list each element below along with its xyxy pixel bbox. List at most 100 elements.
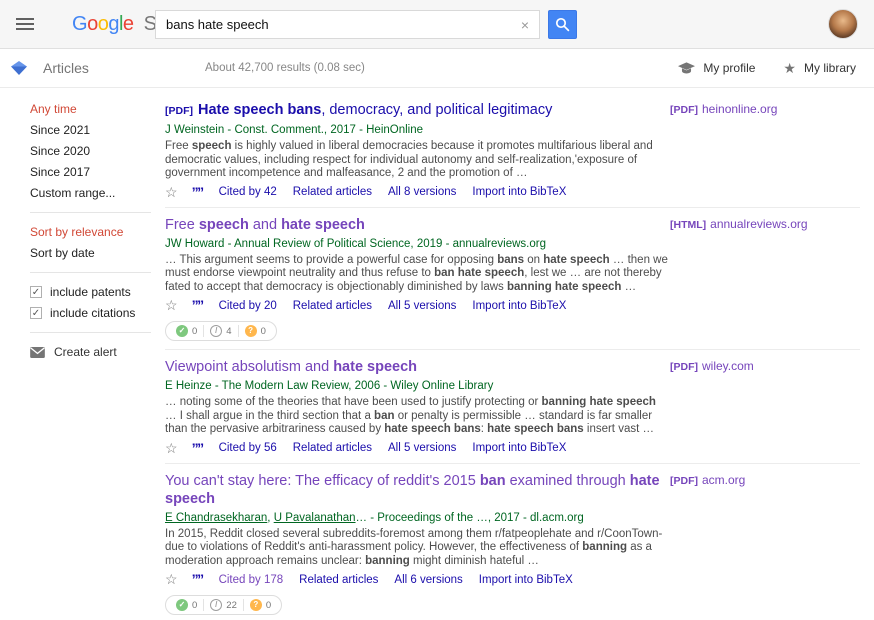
save-star-icon[interactable]: ☆: [165, 299, 178, 312]
top-header: Google Scholar ×: [0, 0, 874, 49]
save-star-icon[interactable]: ☆: [165, 186, 178, 199]
title-segment: speech: [199, 217, 249, 233]
citation-badge[interactable]: ✓0/4?0: [165, 321, 277, 341]
result-title-link[interactable]: Hate speech bans, democracy, and politic…: [198, 102, 552, 118]
author-link[interactable]: U Pavalanathan: [274, 512, 356, 524]
citation-badge[interactable]: ✓0/22?0: [165, 595, 282, 615]
toggle-include-patents[interactable]: ✓include patents: [30, 285, 165, 299]
sort-sort-by-date[interactable]: Sort by date: [30, 246, 165, 260]
result-byline: E Heinze - The Modern Law Review, 2006 -…: [165, 379, 670, 393]
logo-letter: e: [123, 13, 134, 35]
related-articles-link[interactable]: Related articles: [293, 442, 372, 454]
result-actions: ☆ ”” Cited by 56 Related articles All 5 vers…: [165, 442, 670, 455]
cited-by-link[interactable]: Cited by 20: [219, 300, 277, 312]
my-library-link[interactable]: ★ My library: [783, 61, 856, 75]
result-title: You can't stay here: The efficacy of red…: [165, 472, 670, 508]
import-bibtex-link[interactable]: Import into BibTeX: [479, 574, 573, 586]
cite-quote-icon[interactable]: ””: [192, 443, 203, 454]
title-segment: hate speech: [333, 359, 417, 375]
side-document-link[interactable]: [PDF] acm.org: [670, 473, 745, 487]
snippet-segment: bans: [497, 254, 524, 266]
title-segment: , democracy, and political legitimacy: [321, 102, 552, 118]
snippet-segment: … I shall argue in the third section tha…: [165, 410, 374, 422]
snippet-segment: banning hate speech: [542, 396, 656, 408]
logo-letter: o: [98, 13, 109, 35]
search-result: Free speech and hate speechJW Howard - A…: [165, 208, 860, 351]
snippet-segment: on: [524, 254, 543, 266]
byline-text: E Heinze - The Modern Law Review, 2006 -…: [165, 380, 493, 392]
filter-since-2017[interactable]: Since 2017: [30, 165, 165, 179]
clear-search-icon[interactable]: ×: [513, 17, 529, 33]
result-title-link[interactable]: Viewpoint absolutism and hate speech: [165, 359, 417, 375]
badge-count: 0: [192, 326, 197, 337]
author-link[interactable]: E Chandrasekharan: [165, 512, 267, 524]
search-button[interactable]: [548, 10, 577, 39]
title-segment: Free: [165, 217, 199, 233]
result-title: Viewpoint absolutism and hate speech: [165, 358, 670, 376]
sidebar-divider: [30, 212, 151, 213]
logo-letter: g: [108, 13, 119, 35]
sort-option-group: Sort by relevance Sort by date: [30, 225, 165, 260]
create-alert-button[interactable]: Create alert: [30, 345, 165, 359]
my-profile-link[interactable]: My profile: [678, 61, 755, 75]
filter-since-2020[interactable]: Since 2020: [30, 144, 165, 158]
versions-link[interactable]: All 8 versions: [388, 186, 456, 198]
import-bibtex-link[interactable]: Import into BibTeX: [472, 186, 566, 198]
file-format-tag: [PDF]: [670, 475, 698, 487]
filter-since-2021[interactable]: Since 2021: [30, 123, 165, 137]
my-profile-label: My profile: [703, 61, 755, 75]
contrasting-icon: ?: [250, 599, 262, 611]
search-box: ×: [155, 10, 540, 39]
result-content: [PDF]Hate speech bans, democracy, and po…: [165, 101, 670, 199]
cited-by-link[interactable]: Cited by 56: [219, 442, 277, 454]
related-articles-link[interactable]: Related articles: [293, 186, 372, 198]
result-actions: ☆ ”” Cited by 42 Related articles All 8 vers…: [165, 186, 670, 199]
cited-by-link[interactable]: Cited by 178: [219, 574, 284, 586]
cite-quote-icon[interactable]: ””: [192, 574, 203, 585]
side-document-link[interactable]: [PDF]wiley.com: [670, 359, 754, 373]
menu-icon[interactable]: [16, 18, 34, 33]
menu-bar: [16, 28, 34, 30]
snippet-segment: is highly valued in liberal democracies …: [165, 140, 653, 179]
toggle-include-citations[interactable]: ✓include citations: [30, 306, 165, 320]
filter-any-time[interactable]: Any time: [30, 102, 165, 116]
result-snippet: Free speech is highly valued in liberal …: [165, 140, 670, 181]
save-star-icon[interactable]: ☆: [165, 442, 178, 455]
versions-link[interactable]: All 5 versions: [388, 442, 456, 454]
badge-count: 0: [266, 600, 271, 611]
related-articles-link[interactable]: Related articles: [299, 574, 378, 586]
search-result: Viewpoint absolutism and hate speech E He…: [165, 350, 860, 464]
avatar[interactable]: [828, 9, 858, 39]
result-snippet: … noting some of the theories that have …: [165, 396, 670, 437]
import-bibtex-link[interactable]: Import into BibTeX: [472, 300, 566, 312]
related-articles-link[interactable]: Related articles: [293, 300, 372, 312]
date-filter-group: Any time Since 2021 Since 2020 Since 2017 Cu…: [30, 102, 165, 200]
scholar-diamond-icon[interactable]: [10, 60, 28, 76]
results-stats: About 42,700 results (0.08 sec): [205, 62, 365, 74]
result-title-link[interactable]: You can't stay here: The efficacy of red…: [165, 473, 660, 507]
sort-sort-by-relevance[interactable]: Sort by relevance: [30, 225, 165, 239]
filter-custom-range[interactable]: Custom range...: [30, 186, 165, 200]
google-logo-text: Google: [72, 13, 134, 35]
snippet-segment: hate speech: [543, 254, 609, 266]
result-title-link[interactable]: Free speech and hate speech: [165, 217, 365, 233]
checkbox-icon: ✓: [30, 286, 42, 298]
side-link-site: acm.org: [702, 473, 745, 487]
file-format-tag: [PDF]: [670, 361, 698, 373]
import-bibtex-link[interactable]: Import into BibTeX: [472, 442, 566, 454]
mentioning-icon: /: [210, 325, 222, 337]
supporting-icon: ✓: [176, 325, 188, 337]
search-input[interactable]: [166, 17, 513, 32]
side-document-link[interactable]: [PDF]heinonline.org: [670, 102, 777, 116]
versions-link[interactable]: All 5 versions: [388, 300, 456, 312]
filters-sidebar: Any time Since 2021 Since 2020 Since 2017 Cu…: [0, 88, 165, 620]
result-byline: J Weinstein - Const. Comment., 2017 - He…: [165, 123, 670, 137]
my-library-label: My library: [804, 61, 856, 75]
cited-by-link[interactable]: Cited by 42: [219, 186, 277, 198]
snippet-segment: speech: [192, 140, 232, 152]
save-star-icon[interactable]: ☆: [165, 573, 178, 586]
versions-link[interactable]: All 6 versions: [394, 574, 462, 586]
cite-quote-icon[interactable]: ””: [192, 300, 203, 311]
side-document-link[interactable]: [HTML]annualreviews.org: [670, 217, 808, 231]
cite-quote-icon[interactable]: ””: [192, 187, 203, 198]
